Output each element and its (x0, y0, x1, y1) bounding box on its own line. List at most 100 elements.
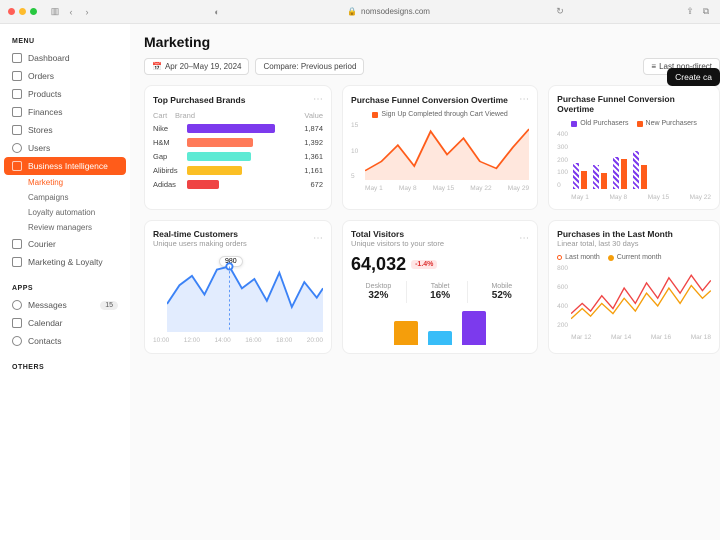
maximize-window-icon[interactable] (30, 8, 37, 15)
browser-titlebar: ▥ ‹ › ◐ 🔒 nomsodesigns.com ↻ ⇪ ⧉ (0, 0, 720, 24)
card-top-brands: Top Purchased Brands⋯ CartBrandValue Nik… (144, 85, 332, 210)
brand-value: 1,161 (304, 166, 323, 175)
dashboard-icon (12, 53, 22, 63)
brand-value: 1,874 (304, 124, 323, 133)
compare-chip[interactable]: Compare: Previous period (255, 58, 364, 75)
back-icon[interactable]: ‹ (65, 6, 77, 18)
products-icon (12, 89, 22, 99)
nav-sub-review[interactable]: Review managers (4, 220, 126, 235)
brand-name: H&M (153, 138, 183, 147)
finances-icon (12, 107, 22, 117)
purchasers-bar-chart: 4003002001000 May 1May 8May 15May 22 (557, 131, 711, 201)
nav-contacts[interactable]: Contacts (4, 332, 126, 350)
bi-icon (12, 161, 22, 171)
sidebar-toggle-icon[interactable]: ▥ (49, 6, 61, 18)
legend-current: Current month (617, 254, 662, 261)
nav-marketing-loyalty[interactable]: Marketing & Loyalty (4, 253, 126, 271)
url-text: nomsodesigns.com (361, 7, 430, 16)
tabs-icon[interactable]: ⧉ (700, 6, 712, 18)
brand-name: Gap (153, 152, 183, 161)
contacts-icon (12, 336, 22, 346)
minimize-window-icon[interactable] (19, 8, 26, 15)
nav-users[interactable]: Users (4, 139, 126, 157)
visitors-delta: -1.4% (411, 260, 437, 269)
shield-icon[interactable]: ◐ (211, 6, 223, 18)
section-apps: APPS (4, 281, 126, 296)
purchases-line-chart: 800600400200 Mar 12Mar 14Mar 16Mar 18 (557, 265, 711, 341)
date-range-chip[interactable]: 📅Apr 20–May 19, 2024 (144, 58, 249, 75)
share-icon[interactable]: ⇪ (684, 6, 696, 18)
orders-icon (12, 71, 22, 81)
brand-value: 672 (311, 180, 324, 189)
calendar-icon: 📅 (152, 62, 162, 71)
nav-calendar[interactable]: Calendar (4, 314, 126, 332)
more-icon[interactable]: ⋯ (519, 94, 529, 105)
lock-icon: 🔒 (347, 7, 357, 16)
nav-courier[interactable]: Courier (4, 235, 126, 253)
legend-new: New Purchasers (646, 120, 697, 127)
users-icon (12, 143, 22, 153)
card-subtitle: Linear total, last 30 days (557, 239, 673, 248)
brand-value: 1,392 (304, 138, 323, 147)
brand-name: Nike (153, 124, 183, 133)
brand-row: Alibirds 1,161 (153, 166, 323, 175)
card-title: Purchase Funnel Conversion Overtime (351, 95, 508, 105)
nav-sub-campaigns[interactable]: Campaigns (4, 190, 126, 205)
card-purchases-month: Purchases in the Last MonthLinear total,… (548, 220, 720, 354)
visitor-bar (462, 311, 486, 345)
card-title: Top Purchased Brands (153, 95, 245, 105)
nav-stores[interactable]: Stores (4, 121, 126, 139)
legend-label: Sign Up Completed through Cart Viewed (381, 111, 507, 118)
forward-icon[interactable]: › (81, 6, 93, 18)
nav-finances[interactable]: Finances (4, 103, 126, 121)
courier-icon (12, 239, 22, 249)
messages-badge: 15 (100, 301, 118, 310)
brand-row: Adidas 672 (153, 180, 323, 189)
funnel-area-chart: 15105 May 1May 8May 15May 22May 29 (351, 122, 529, 192)
nav-sub-marketing[interactable]: Marketing (4, 175, 126, 190)
card-title: Purchase Funnel Conversion Overtime (557, 94, 711, 114)
nav-dashboard[interactable]: Dashboard (4, 49, 126, 67)
visitors-total: 64,032 (351, 254, 406, 275)
brand-bar (187, 166, 242, 175)
realtime-line-chart: 980 10:0012:0014:0016:0018:0020:00 (153, 254, 323, 344)
card-subtitle: Unique visitors to your store (351, 239, 444, 248)
visitor-col: Tablet16% (413, 281, 469, 303)
visitors-bar-chart (351, 309, 529, 345)
brand-bar (187, 180, 219, 189)
visitor-col: Desktop32% (351, 281, 407, 303)
brand-bar (187, 152, 251, 161)
card-realtime-customers: Real-time CustomersUnique users making o… (144, 220, 332, 354)
brand-value: 1,361 (304, 152, 323, 161)
stores-icon (12, 125, 22, 135)
brand-bar (187, 138, 253, 147)
close-window-icon[interactable] (8, 8, 15, 15)
nav-business-intelligence[interactable]: Business Intelligence (4, 157, 126, 175)
brand-name: Adidas (153, 180, 183, 189)
more-icon[interactable]: ⋯ (313, 94, 323, 105)
section-others: OTHERS (4, 360, 126, 375)
nav-orders[interactable]: Orders (4, 67, 126, 85)
loyalty-icon (12, 257, 22, 267)
sidebar: MENU Dashboard Orders Products Finances … (0, 24, 130, 540)
main-content: Marketing Create ca 📅Apr 20–May 19, 2024… (130, 24, 720, 540)
more-icon[interactable]: ⋯ (519, 233, 529, 244)
url-bar[interactable]: 🔒 nomsodesigns.com (227, 7, 550, 16)
nav-products[interactable]: Products (4, 85, 126, 103)
card-subtitle: Unique users making orders (153, 239, 247, 248)
section-menu: MENU (4, 34, 126, 49)
nav-sub-loyalty[interactable]: Loyalty automation (4, 205, 126, 220)
visitor-bar (428, 331, 452, 345)
legend-last: Last month (565, 254, 600, 261)
reload-icon[interactable]: ↻ (554, 6, 566, 18)
card-title: Purchases in the Last Month (557, 229, 673, 239)
card-title: Total Visitors (351, 229, 444, 239)
more-icon[interactable]: ⋯ (313, 233, 323, 244)
card-title: Real-time Customers (153, 229, 247, 239)
card-funnel-conversion: Purchase Funnel Conversion Overtime ⋯ Sig… (342, 85, 538, 210)
card-total-visitors: Total VisitorsUnique visitors to your st… (342, 220, 538, 354)
nav-messages[interactable]: Messages15 (4, 296, 126, 314)
create-button[interactable]: Create ca (667, 68, 720, 86)
brand-name: Alibirds (153, 166, 183, 175)
visitor-bar (394, 321, 418, 345)
